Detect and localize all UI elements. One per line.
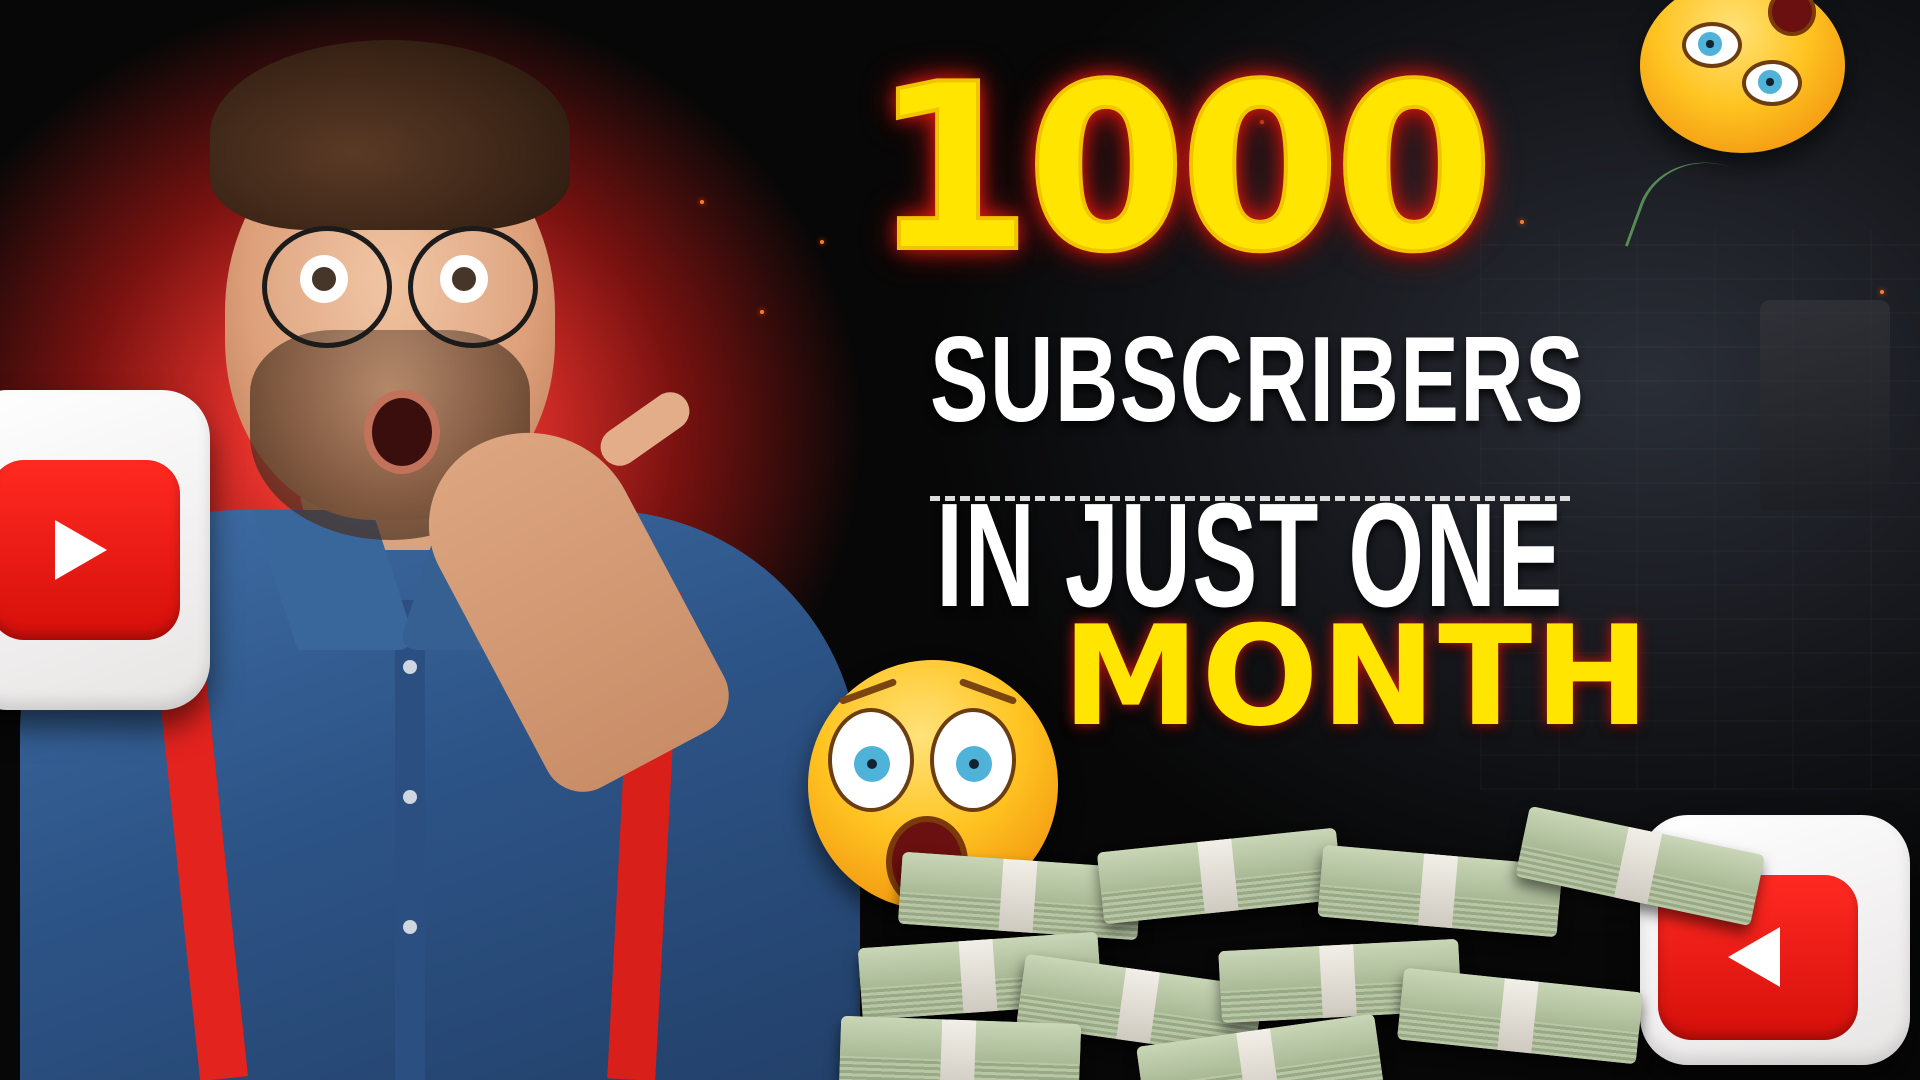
ember-particle: [1880, 290, 1884, 294]
surprised-mouth: [364, 390, 440, 474]
pointing-finger: [593, 384, 697, 474]
headline-number: 1000: [870, 36, 1496, 303]
money-stack-icon: [1396, 967, 1644, 1065]
dizzy-emoji-icon: [1640, 0, 1845, 153]
man-hair: [210, 40, 570, 230]
shirt-button: [403, 790, 417, 804]
glasses-left-lens: [262, 226, 392, 348]
money-stack-icon: [1096, 827, 1344, 925]
thumbnail-canvas: 1000 SUBSCRIBERS IN JUST ONE MONTH: [0, 0, 1920, 1080]
money-stack-icon: [838, 1015, 1082, 1080]
youtube-logo-icon: [0, 390, 210, 710]
headline-month: MONTH: [1062, 596, 1652, 757]
ember-particle: [1520, 220, 1524, 224]
background-lamp: [1760, 300, 1890, 510]
glasses-right-lens: [408, 226, 538, 348]
shirt-button: [403, 920, 417, 934]
shirt-button: [403, 660, 417, 674]
headline-subscribers: SUBSCRIBERS: [930, 311, 1586, 447]
money-pile: [838, 805, 1920, 1080]
